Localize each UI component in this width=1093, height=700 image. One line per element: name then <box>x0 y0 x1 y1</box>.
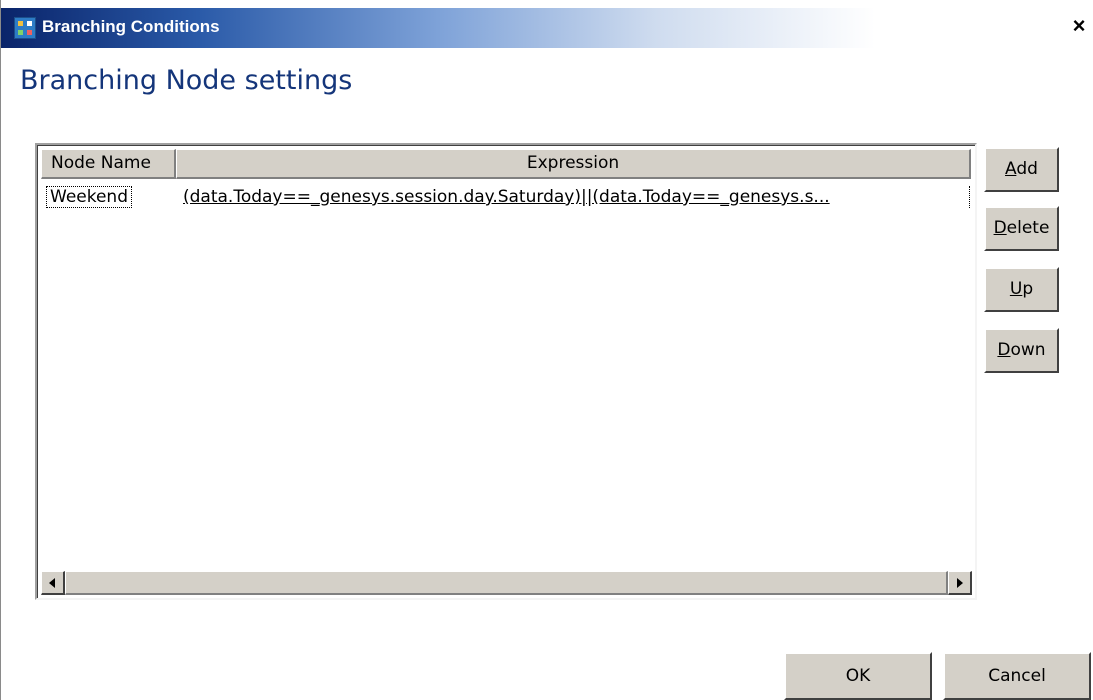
up-button[interactable]: Up <box>984 267 1059 312</box>
add-button[interactable]: Add <box>984 147 1059 192</box>
scroll-left-arrow-icon <box>49 578 55 588</box>
column-header-node-name[interactable]: Node Name <box>41 149 176 179</box>
up-mnemonic: U <box>1009 279 1023 299</box>
add-label-rest: dd <box>1016 159 1038 179</box>
page-title: Branching Node settings <box>20 65 353 96</box>
down-label-rest: own <box>1010 340 1046 360</box>
conditions-list[interactable]: Node Name Expression Weekend (data.Today… <box>35 143 977 600</box>
up-label-rest: p <box>1022 279 1034 299</box>
delete-button[interactable]: Delete <box>984 206 1059 251</box>
down-mnemonic: D <box>997 340 1011 360</box>
scroll-thumb[interactable] <box>65 571 948 595</box>
delete-label-rest: elete <box>1006 218 1050 238</box>
branching-conditions-dialog: Branching Conditions × Branching Node se… <box>0 0 1093 700</box>
column-header-expression[interactable]: Expression <box>176 149 971 179</box>
list-inner-border: Node Name Expression Weekend (data.Today… <box>37 145 975 598</box>
down-button[interactable]: Down <box>984 328 1059 373</box>
scroll-left-button[interactable] <box>41 571 65 595</box>
row-divider <box>969 186 970 208</box>
ok-button[interactable]: OK <box>784 652 932 700</box>
cancel-button[interactable]: Cancel <box>943 652 1091 700</box>
expression-cell[interactable]: (data.Today==_genesys.session.day.Saturd… <box>183 186 968 208</box>
add-mnemonic: A <box>1005 159 1017 179</box>
window-title: Branching Conditions <box>42 17 220 36</box>
app-flowchart-icon <box>14 17 36 39</box>
node-name-cell[interactable]: Weekend <box>46 186 132 208</box>
horizontal-scrollbar[interactable] <box>41 571 972 595</box>
close-icon[interactable]: × <box>1066 13 1092 39</box>
delete-mnemonic: D <box>993 218 1007 238</box>
scroll-right-button[interactable] <box>948 571 972 595</box>
table-row[interactable]: Weekend (data.Today==_genesys.session.da… <box>42 182 972 212</box>
scroll-right-arrow-icon <box>957 578 963 588</box>
